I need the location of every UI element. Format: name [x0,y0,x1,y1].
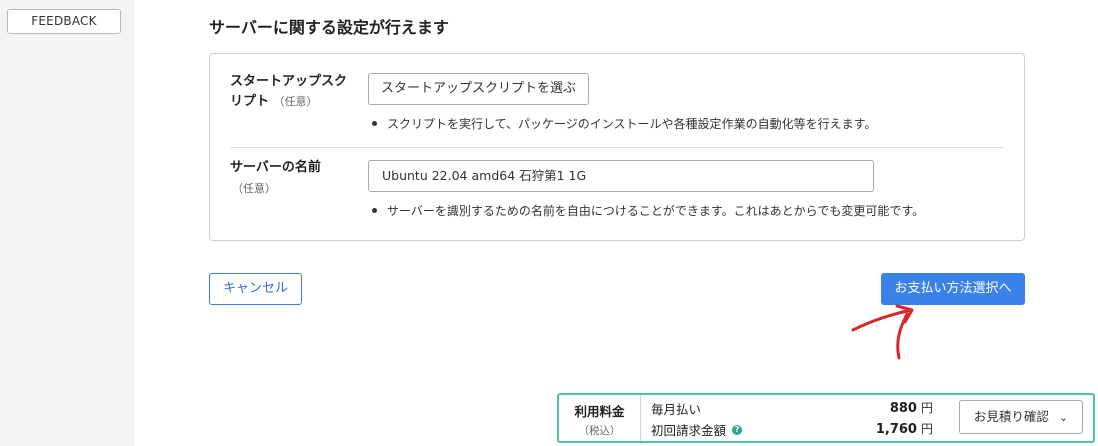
feedback-button[interactable]: FEEDBACK [7,9,121,34]
startup-script-label-line2-text: リプト [230,94,270,109]
chevron-down-icon: ⌄ [1058,411,1069,424]
startup-script-description: スクリプトを実行して、パッケージのインストールや各種設定作業の自動化等を行えます… [372,115,876,132]
price-label: 利用料金 [574,404,625,419]
initial-label: 初回請求金額 [651,423,727,438]
server-name-optional: （任意） [232,182,276,195]
divider [230,147,1005,148]
choose-startup-script-button[interactable]: スタートアップスクリプトを選ぶ [368,73,589,105]
price-label-box: 利用料金 （税込） [559,395,641,441]
startup-script-label-line2: リプト （任意） [230,92,347,112]
bullet-icon [372,208,377,213]
monthly-currency: 円 [920,401,933,415]
price-tax-note: （税込） [578,425,621,437]
server-name-description: サーバーを識別するための名前を自由につけることができます。これはあとからでも変更… [372,202,924,219]
sidebar: FEEDBACK [0,0,134,446]
monthly-amount: 880 [889,401,917,416]
initial-currency: 円 [920,422,933,436]
startup-script-label: スタートアップスク リプト （任意） [230,72,347,112]
monthly-value: 880 円 [890,399,933,416]
server-name-label: サーバーの名前 [230,160,321,175]
startup-script-label-line1: スタートアップスク [230,74,348,89]
initial-value: 1,760 円 [876,420,933,437]
estimate-button[interactable]: お見積り確認 ⌄ [959,400,1083,434]
server-name-description-text: サーバーを識別するための名前を自由につけることができます。これはあとからでも変更… [387,204,925,218]
annotation-arrow-icon [851,304,914,360]
estimate-button-label: お見積り確認 [973,409,1049,424]
initial-label-group: 初回請求金額 ? [651,420,743,439]
initial-amount: 1,760 [875,422,917,437]
price-summary-bar: 利用料金 （税込） 毎月払い 880 円 初回請求金額 ? 1,760 円 お見積り… [557,393,1095,443]
startup-script-optional: （任意） [273,95,318,108]
startup-script-description-text: スクリプトを実行して、パッケージのインストールや各種設定作業の自動化等を行えます… [387,117,877,131]
cancel-button[interactable]: キャンセル [209,273,302,305]
monthly-price-row: 毎月払い 880 円 [651,399,933,417]
page-heading: サーバーに関する設定が行えます [209,18,449,37]
server-settings-card: スタートアップスク リプト （任意） スタートアップスクリプトを選ぶ スクリプト… [209,53,1025,241]
help-icon[interactable]: ? [732,424,743,435]
initial-price-row: 初回請求金額 ? 1,760 円 [651,420,933,438]
monthly-label: 毎月払い [651,402,702,417]
bullet-icon [372,121,377,126]
server-name-input[interactable]: Ubuntu 22.04 amd64 石狩第1 1G [368,160,874,192]
